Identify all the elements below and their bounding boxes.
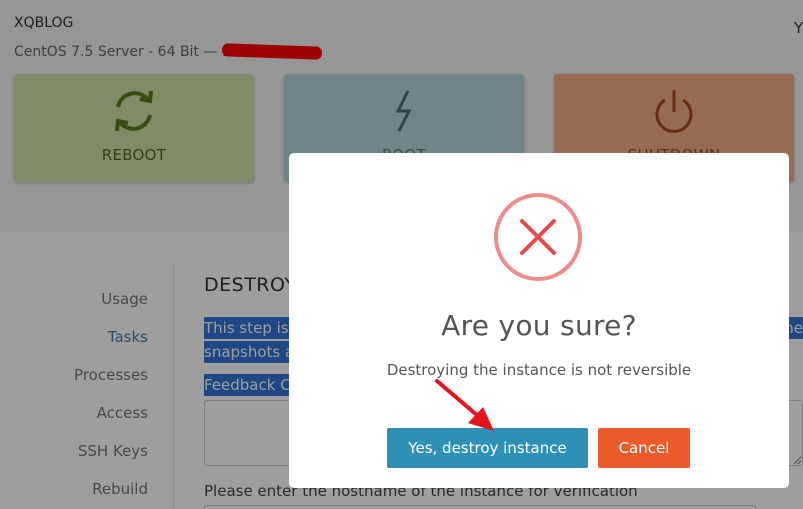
confirm-dialog: Are you sure? Destroying the instance is… — [289, 153, 789, 488]
error-icon — [494, 193, 582, 281]
dialog-message: Destroying the instance is not reversibl… — [386, 361, 692, 379]
cancel-button[interactable]: Cancel — [598, 428, 690, 468]
destroy-confirm-button[interactable]: Yes, destroy instance — [387, 428, 588, 468]
dialog-title: Are you sure? — [441, 309, 637, 342]
